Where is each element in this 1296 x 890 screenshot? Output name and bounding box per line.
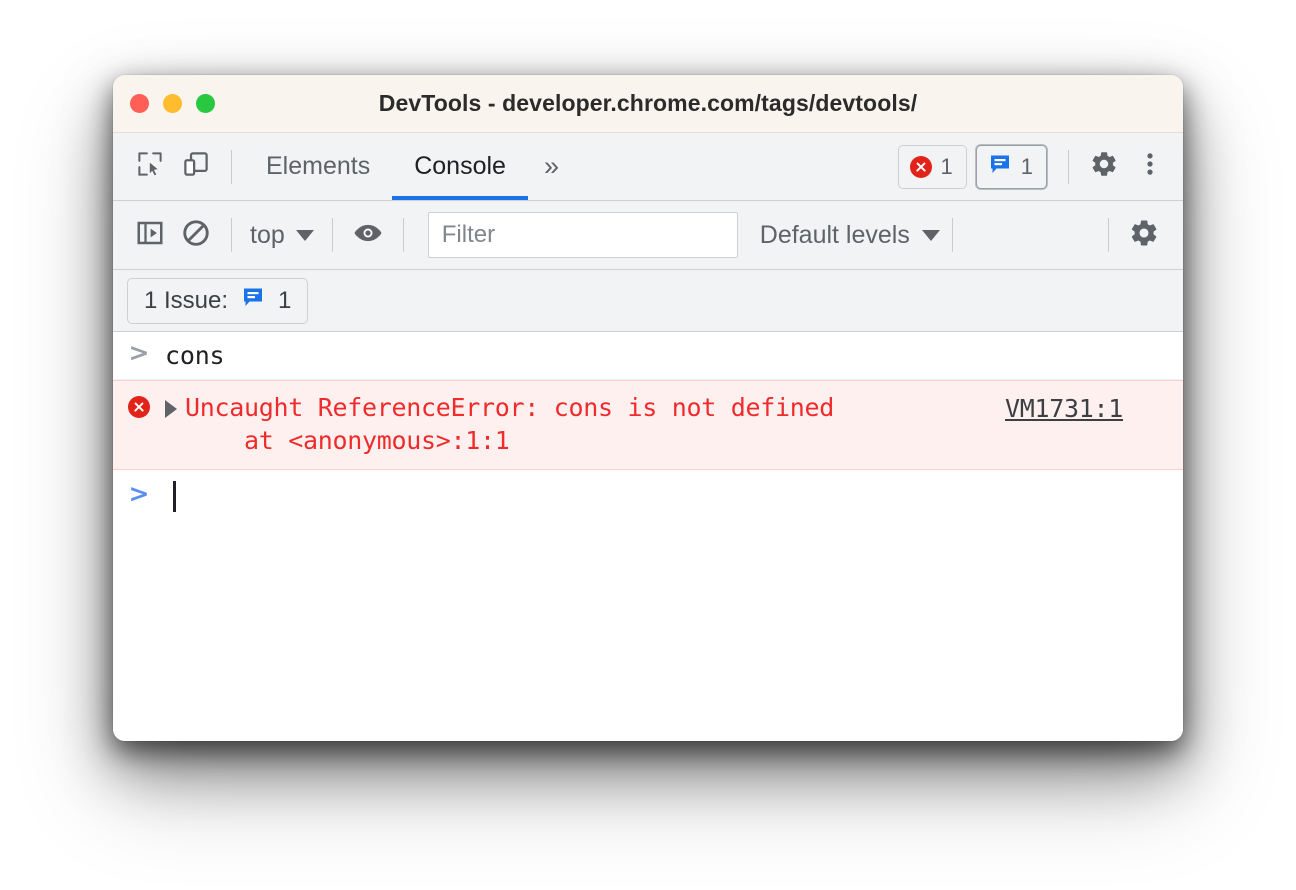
issue-count-label: 1: [1020, 153, 1033, 179]
expand-triangle-icon[interactable]: [165, 400, 177, 418]
console-prompt-caret: [173, 481, 176, 512]
device-toolbar-icon: [181, 149, 211, 184]
more-tabs-button[interactable]: »: [528, 151, 573, 182]
live-expression-button[interactable]: [345, 212, 391, 258]
eye-icon: [353, 218, 383, 253]
error-count-badge[interactable]: 1: [897, 144, 967, 189]
console-toolbar-divider-3: [402, 218, 404, 252]
gear-icon: [1128, 217, 1160, 254]
tab-elements-label: Elements: [266, 152, 371, 180]
issue-message-icon: [988, 152, 1012, 181]
console-toolbar-divider-1: [231, 218, 232, 252]
console-prompt-gutter: >: [113, 480, 165, 506]
error-count-label: 1: [940, 153, 953, 179]
log-levels-selector[interactable]: Default levels: [760, 221, 940, 250]
device-toolbar-button[interactable]: [173, 144, 219, 190]
kebab-menu-icon: [1135, 149, 1165, 184]
chevron-down-icon: [295, 229, 314, 241]
console-settings-button[interactable]: [1121, 212, 1167, 258]
execution-context-label: top: [250, 220, 285, 249]
devtools-settings-button[interactable]: [1081, 144, 1127, 190]
issues-summary-button[interactable]: 1 Issue: 1: [127, 277, 309, 324]
issue-message-icon: [241, 285, 265, 316]
console-error-body: Uncaught ReferenceError: cons is not def…: [165, 391, 1005, 457]
error-circle-icon: [128, 396, 150, 418]
clear-console-button[interactable]: [173, 212, 219, 258]
console-error-message: Uncaught ReferenceError: cons is not def…: [185, 391, 834, 457]
tab-console[interactable]: Console: [392, 133, 528, 200]
execution-context-selector[interactable]: top: [244, 221, 320, 250]
chevron-right-icon: >: [128, 338, 150, 367]
console-sidebar-toggle-button[interactable]: [127, 212, 173, 258]
console-toolbar-right-group: [1096, 212, 1183, 258]
tab-console-label: Console: [414, 152, 506, 180]
console-input-text: cons: [165, 341, 225, 370]
console-toolbar: top Default levels: [113, 201, 1183, 270]
console-input-gutter: >: [113, 339, 165, 365]
console-prompt-row[interactable]: >: [113, 470, 1183, 518]
console-error-gutter: [113, 391, 165, 418]
console-error-row[interactable]: Uncaught ReferenceError: cons is not def…: [113, 380, 1183, 470]
console-messages[interactable]: > cons Uncaught ReferenceError: cons is …: [113, 332, 1183, 741]
tab-elements[interactable]: Elements: [244, 133, 392, 200]
issues-bar: 1 Issue: 1: [113, 270, 1183, 332]
log-levels-label: Default levels: [759, 220, 910, 249]
console-toolbar-divider-4: [951, 218, 953, 252]
issues-summary-label: 1 Issue:: [144, 286, 229, 314]
maximize-window-button[interactable]: [196, 94, 215, 113]
console-filter-input[interactable]: [427, 212, 738, 258]
inspect-element-button[interactable]: [127, 144, 173, 190]
close-window-button[interactable]: [130, 94, 149, 113]
issues-summary-count: 1: [278, 286, 292, 314]
console-input-row[interactable]: > cons: [113, 332, 1183, 380]
window-titlebar: DevTools - developer.chrome.com/tags/dev…: [113, 75, 1183, 133]
devtools-window: DevTools - developer.chrome.com/tags/dev…: [113, 75, 1183, 741]
screenshot-root: DevTools - developer.chrome.com/tags/dev…: [0, 0, 1296, 890]
devtools-more-menu-button[interactable]: [1127, 144, 1173, 190]
tabbar-divider-2: [1068, 149, 1069, 184]
console-toolbar-divider-5: [1108, 218, 1109, 252]
issue-count-badge[interactable]: 1: [975, 144, 1047, 189]
console-toolbar-divider-2: [331, 218, 333, 252]
window-controls: [130, 94, 215, 113]
chevron-right-icon: >: [128, 479, 150, 508]
minimize-window-button[interactable]: [163, 94, 182, 113]
console-error-message-line-1: Uncaught ReferenceError: cons is not def…: [185, 393, 835, 422]
console-error-source-link[interactable]: VM1731:1: [1005, 391, 1123, 425]
devtools-tabbar: Elements Console » 1 1: [113, 133, 1183, 201]
clear-console-icon: [181, 218, 211, 253]
tabbar-right-group: 1 1: [897, 144, 1184, 190]
tabbar-divider-1: [231, 149, 232, 184]
chevron-down-icon: [921, 229, 940, 241]
gear-icon: [1089, 149, 1119, 184]
error-circle-icon: [909, 155, 932, 178]
console-sidebar-icon: [135, 218, 165, 253]
window-title: DevTools - developer.chrome.com/tags/dev…: [378, 90, 918, 116]
inspect-element-icon: [135, 149, 165, 184]
console-error-message-line-2: at <anonymous>:1:1: [185, 426, 510, 455]
